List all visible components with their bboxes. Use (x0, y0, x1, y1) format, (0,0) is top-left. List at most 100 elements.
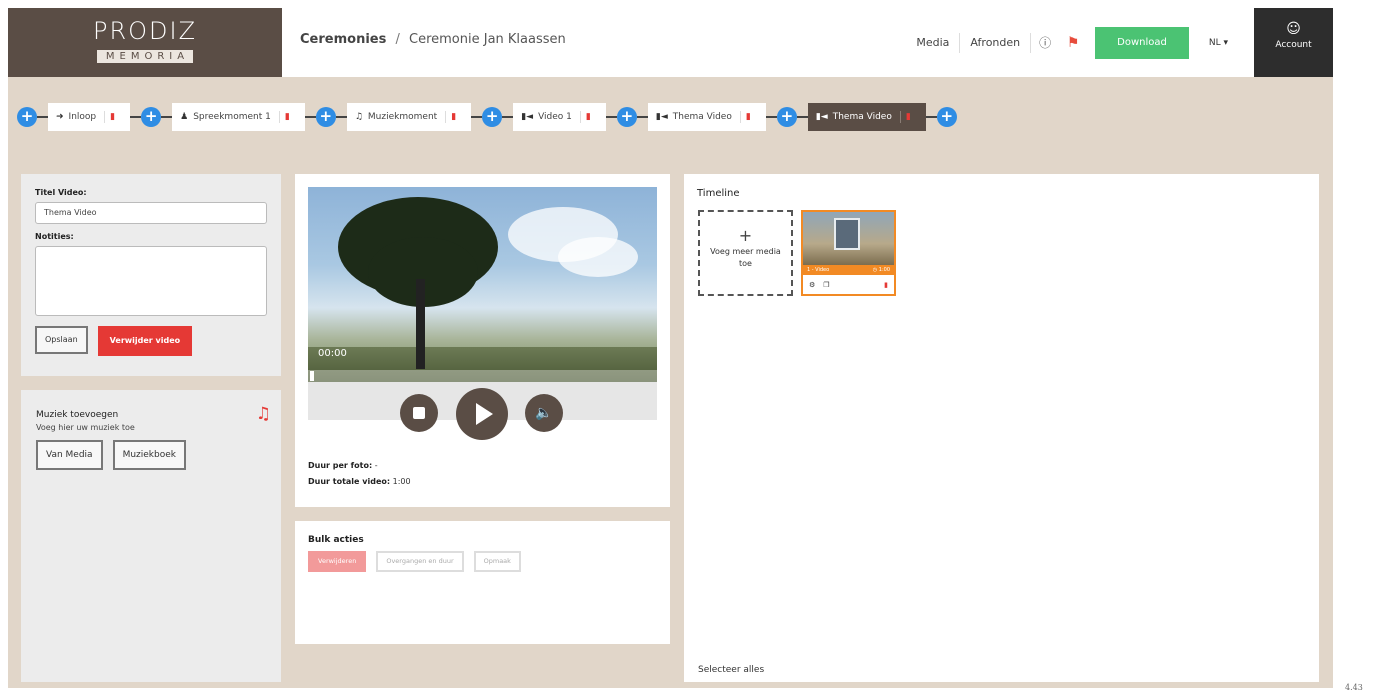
video-details-panel: Titel Video: Thema Video Notities: Opsla… (21, 174, 281, 376)
help-icon[interactable]: ⓘ (1031, 34, 1059, 51)
download-button[interactable]: Download (1095, 26, 1189, 59)
notes-label: Notities: (35, 232, 74, 241)
bulk-actions-panel: Bulk acties Verwijderen Overgangen en du… (295, 521, 670, 644)
add-step-button[interactable]: + (616, 107, 637, 127)
trash-icon[interactable]: ▮ (579, 111, 598, 123)
person-icon: ♟ (180, 112, 189, 122)
step-connector (502, 116, 514, 118)
nav-finish-link[interactable]: Afronden (960, 32, 1032, 53)
bulk-markup-button[interactable]: Opmaak (473, 551, 521, 572)
trash-icon[interactable]: ▮ (104, 111, 122, 123)
trash-icon[interactable]: ▮ (278, 111, 297, 123)
step-connector (765, 116, 777, 118)
step-label: Video 1 (538, 112, 572, 122)
step-connector (304, 116, 316, 118)
bulk-buttons: Verwijderen Overgangen en duur Opmaak (308, 551, 657, 572)
account-button[interactable]: ☺ Account (1254, 8, 1333, 77)
step-chip[interactable]: ♟ Spreekmoment 1 ▮ (172, 103, 305, 131)
add-step-button[interactable]: + (315, 107, 336, 127)
timeline-title: Timeline (697, 188, 740, 199)
step-label: Thema Video (672, 112, 732, 122)
volume-button[interactable]: 🔈 (525, 394, 563, 432)
add-step-button[interactable]: + (776, 107, 797, 127)
page-number: 4.43 (1345, 683, 1363, 692)
save-button[interactable]: Opslaan (35, 326, 88, 354)
timeline-media-card[interactable]: 1 - Video ◷ 1:00 ⚙ ❐ ▮ (801, 210, 896, 296)
total-duration-label: Duur totale video: (308, 477, 391, 486)
add-step-button[interactable]: + (482, 107, 503, 127)
caret-down-icon: ▾ (1223, 37, 1228, 48)
add-step-button[interactable]: + (936, 107, 957, 127)
nav-media-link[interactable]: Media (906, 32, 961, 53)
breadcrumb-ceremonies-link[interactable]: Ceremonies (300, 32, 386, 47)
step-chip[interactable]: ▮◄ Video 1 ▮ (513, 103, 606, 131)
from-media-button[interactable]: Van Media (36, 440, 103, 470)
total-duration: Duur totale video: 1:00 (308, 474, 657, 490)
trash-icon[interactable]: ▮ (884, 281, 888, 289)
music-subtitle: Voeg hier uw muziek toe (36, 423, 135, 432)
duration-per-photo: Duur per foto: - (308, 458, 657, 474)
progress-handle[interactable] (310, 371, 314, 381)
media-thumbnail-photo (834, 218, 860, 250)
play-icon (476, 403, 493, 425)
sign-in-icon: ➜ (56, 112, 64, 122)
trash-icon[interactable]: ▮ (899, 111, 918, 123)
add-step-button[interactable]: + (141, 107, 162, 127)
step-chip[interactable]: ➜ Inloop ▮ (48, 103, 131, 131)
video-tree-trunk (416, 279, 425, 369)
stop-button[interactable] (400, 394, 438, 432)
account-label: Account (1275, 40, 1312, 50)
media-card-label: 1 - Video (807, 267, 830, 273)
bulk-transitions-button[interactable]: Overgangen en duur (376, 551, 464, 572)
media-thumbnail (803, 212, 894, 265)
video-icon: ▮◄ (521, 112, 534, 122)
plus-icon: + (738, 226, 753, 245)
video-time: 00:00 (318, 348, 347, 359)
step-label: Spreekmoment 1 (193, 112, 271, 122)
step-connector (335, 116, 347, 118)
logo[interactable]: PRODIZ MEMORIA (8, 8, 282, 77)
step-connector (130, 116, 142, 118)
total-duration-value: 1:00 (392, 477, 411, 486)
music-book-button[interactable]: Muziekboek (112, 440, 186, 470)
step-chip[interactable]: ♫ Muziekmoment ▮ (346, 103, 472, 131)
music-title: Muziek toevoegen (36, 410, 119, 420)
copy-icon[interactable]: ❐ (823, 281, 829, 289)
settings-icon[interactable]: ⚙ (809, 281, 815, 289)
logo-sub-text: MEMORIA (96, 50, 194, 63)
video-player[interactable]: 00:00 (308, 187, 657, 382)
music-buttons: Van Media Muziekboek (36, 440, 266, 470)
header-actions: Media Afronden ⓘ ⚑ Download NL ▾ ☺ Accou… (906, 8, 1333, 77)
step-label: Thema Video (832, 112, 892, 122)
step-connector (636, 116, 648, 118)
trash-icon[interactable]: ▮ (739, 111, 758, 123)
bulk-delete-button[interactable]: Verwijderen (308, 551, 367, 572)
add-media-label: Voeg meer media toe (710, 247, 781, 268)
video-cloud (558, 237, 638, 277)
step-chip[interactable]: ▮◄ Thema Video ▮ (647, 103, 766, 131)
step-chip-active[interactable]: ▮◄ Thema Video ▮ (807, 103, 926, 131)
add-step-button[interactable]: + (17, 107, 37, 127)
music-icon: ♫ (354, 112, 363, 122)
clock-icon: ◷ (872, 267, 878, 273)
duration-per-photo-label: Duur per foto: (308, 461, 373, 470)
stop-icon (413, 407, 425, 419)
duration-per-photo-value: - (374, 461, 378, 470)
play-button[interactable] (456, 388, 508, 440)
video-progress-bar[interactable] (308, 370, 657, 382)
title-input[interactable]: Thema Video (35, 202, 267, 224)
select-all-link[interactable]: Selecteer alles (698, 665, 764, 675)
add-media-button[interactable]: + Voeg meer media toe (698, 210, 793, 296)
step-label: Inloop (68, 112, 97, 122)
language-select[interactable]: NL ▾ (1209, 38, 1228, 48)
notification-icon[interactable]: ⚑ (1059, 35, 1087, 51)
timeline-panel: Timeline + Voeg meer media toe 1 - Video… (684, 174, 1319, 682)
media-card-duration-value: 1:00 (878, 267, 890, 273)
step-connector (471, 116, 483, 118)
notes-textarea[interactable] (35, 246, 267, 316)
bulk-title: Bulk acties (308, 535, 364, 545)
trash-icon[interactable]: ▮ (445, 111, 463, 123)
logo-main-text: PRODIZ (92, 17, 198, 45)
delete-video-button[interactable]: Verwijder video (97, 326, 193, 356)
player-controls: 🔈 (308, 382, 657, 440)
